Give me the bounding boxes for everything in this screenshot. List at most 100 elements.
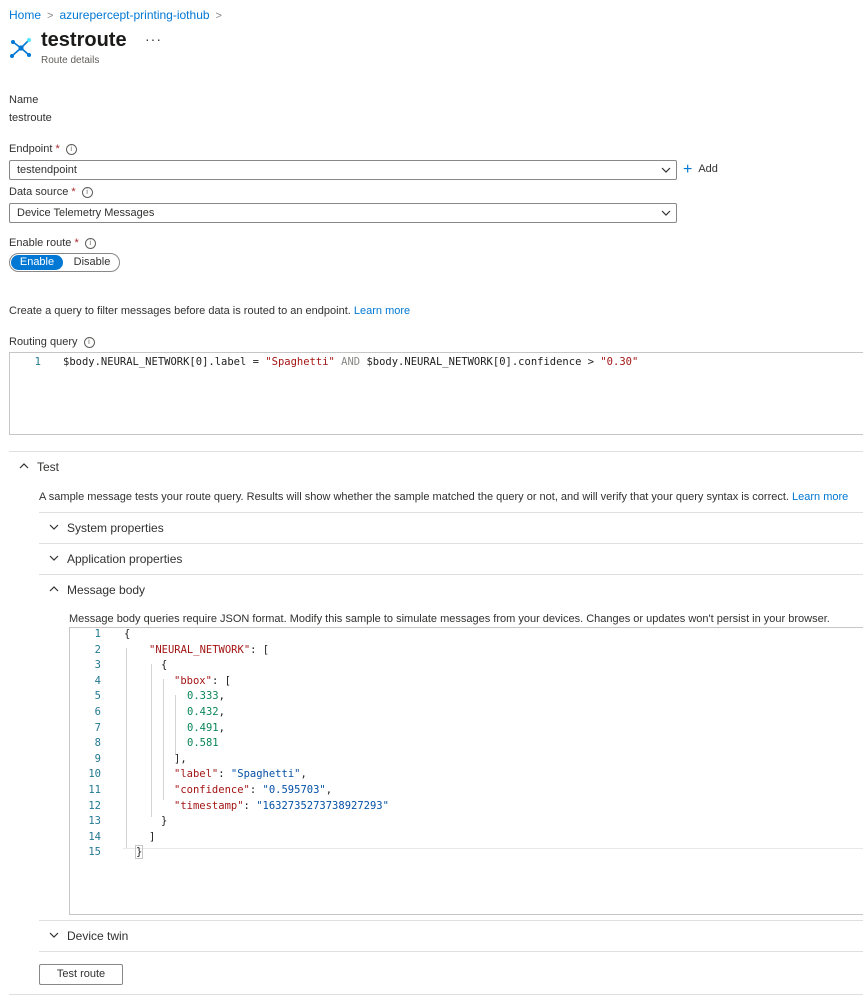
system-properties-title: System properties — [67, 521, 164, 535]
line-number: 1 — [94, 628, 101, 640]
learn-more-link[interactable]: Learn more — [354, 305, 410, 317]
breadcrumb-home[interactable]: Home — [9, 8, 41, 22]
line-number: 13 — [88, 815, 101, 828]
divider — [39, 512, 863, 513]
json-line: ] — [149, 830, 156, 843]
route-icon — [10, 38, 31, 58]
page-title: testroute — [41, 29, 127, 51]
indent-guide — [151, 664, 152, 817]
divider — [39, 574, 863, 575]
routing-query-code[interactable]: $body.NEURAL_NETWORK[0].label = "Spaghet… — [63, 356, 638, 368]
json-key: "NEURAL_NETWORK" — [149, 643, 251, 656]
chevron-up-icon — [19, 463, 29, 469]
test-route-button[interactable]: Test route — [39, 964, 123, 985]
line-number: 15 — [88, 846, 101, 859]
json-number: 0.491 — [187, 721, 219, 734]
json-line: "label": "Spaghetti", — [174, 768, 307, 781]
query-part: $body.NEURAL_NETWORK[0].confidence > — [366, 356, 601, 368]
required-marker: * — [71, 186, 76, 198]
system-properties-header[interactable]: System properties — [49, 521, 164, 535]
chevron-down-icon — [49, 555, 59, 561]
message-body-title: Message body — [67, 583, 146, 597]
line-number: 12 — [88, 799, 101, 812]
line-number: 2 — [94, 643, 101, 656]
chevron-down-icon — [661, 167, 671, 173]
query-string: "Spaghetti" — [265, 356, 335, 368]
json-line: { — [161, 659, 168, 672]
add-label: Add — [698, 163, 718, 175]
endpoint-value: testendpoint — [17, 164, 77, 176]
query-keyword: AND — [334, 356, 367, 368]
required-marker: * — [74, 237, 79, 249]
routing-query-editor[interactable]: 1 $body.NEURAL_NETWORK[0].label = "Spagh… — [9, 352, 863, 435]
data-source-dropdown[interactable]: Device Telemetry Messages — [9, 203, 677, 223]
name-label: Name — [9, 94, 39, 106]
json-punct: : [ — [250, 643, 270, 656]
divider — [9, 451, 863, 452]
query-intro-text: Create a query to filter messages before… — [9, 305, 351, 317]
message-body-header[interactable]: Message body — [49, 583, 145, 597]
indent-guide — [163, 679, 164, 800]
info-icon[interactable]: i — [84, 238, 96, 249]
json-line: { — [124, 628, 131, 640]
breadcrumb: Home > azurepercept-printing-iothub > — [9, 8, 228, 22]
line-number: 4 — [94, 674, 101, 687]
endpoint-dropdown[interactable]: testendpoint — [9, 160, 677, 180]
breadcrumb-iothub[interactable]: azurepercept-printing-iothub — [59, 8, 209, 22]
more-options-button[interactable]: ··· — [145, 31, 162, 47]
chevron-down-icon — [49, 524, 59, 530]
enable-route-toggle[interactable]: Enable Disable — [9, 253, 120, 272]
data-source-value: Device Telemetry Messages — [17, 207, 155, 219]
data-source-label-text: Data source — [9, 186, 69, 198]
breadcrumb-separator-icon: > — [215, 10, 222, 22]
divider — [39, 920, 863, 921]
enable-option[interactable]: Enable — [11, 255, 63, 270]
info-icon[interactable]: i — [65, 144, 77, 155]
divider — [39, 951, 863, 952]
json-string: "0.595703" — [262, 784, 326, 796]
test-title: Test — [37, 460, 60, 474]
endpoint-label-text: Endpoint — [9, 143, 53, 155]
name-value: testroute — [9, 112, 52, 124]
json-key: "confidence" — [174, 784, 250, 796]
endpoint-label: Endpoint * i — [9, 143, 77, 155]
chevron-down-icon — [661, 210, 671, 216]
info-icon[interactable]: i — [83, 337, 95, 348]
json-line: "confidence": "0.595703", — [174, 784, 333, 796]
line-number: 11 — [88, 784, 101, 796]
line-number: 10 — [88, 768, 101, 781]
routing-query-label-text: Routing query — [9, 336, 78, 348]
plus-icon: + — [683, 161, 693, 178]
query-string: "0.30" — [600, 356, 639, 368]
application-properties-header[interactable]: Application properties — [49, 552, 182, 566]
json-punct: : [ — [211, 674, 231, 687]
json-line: "NEURAL_NETWORK": [ — [149, 644, 269, 656]
line-number: 3 — [94, 659, 101, 672]
json-key: "bbox" — [174, 674, 212, 687]
line-number: 6 — [94, 706, 101, 718]
query-part: $body.NEURAL_NETWORK[0].label = — [63, 356, 266, 368]
test-section-header[interactable]: Test — [19, 460, 59, 474]
json-line: "bbox": [ — [174, 675, 231, 687]
json-line: "timestamp": "1632735273738927293" — [174, 799, 389, 812]
line-number: 9 — [94, 752, 101, 765]
indent-guide — [126, 648, 127, 848]
test-learn-more-link[interactable]: Learn more — [792, 491, 848, 503]
device-twin-title: Device twin — [67, 929, 129, 943]
json-key: "timestamp" — [174, 799, 244, 812]
line-number: 7 — [94, 721, 101, 734]
json-string: "Spaghetti" — [230, 768, 301, 781]
test-description: A sample message tests your route query.… — [39, 491, 848, 503]
disable-option[interactable]: Disable — [72, 255, 112, 270]
line-number: 8 — [94, 737, 101, 750]
json-line: } — [161, 815, 168, 828]
device-twin-header[interactable]: Device twin — [49, 929, 128, 943]
json-number: 0.333 — [187, 690, 219, 703]
info-icon[interactable]: i — [81, 187, 93, 198]
page-subtitle: Route details — [41, 55, 100, 66]
enable-route-label-text: Enable route — [9, 237, 72, 249]
add-endpoint-button[interactable]: + Add — [683, 161, 718, 179]
test-description-text: A sample message tests your route query.… — [39, 491, 789, 503]
json-line: ], — [174, 752, 187, 765]
line-number: 1 — [34, 356, 41, 368]
